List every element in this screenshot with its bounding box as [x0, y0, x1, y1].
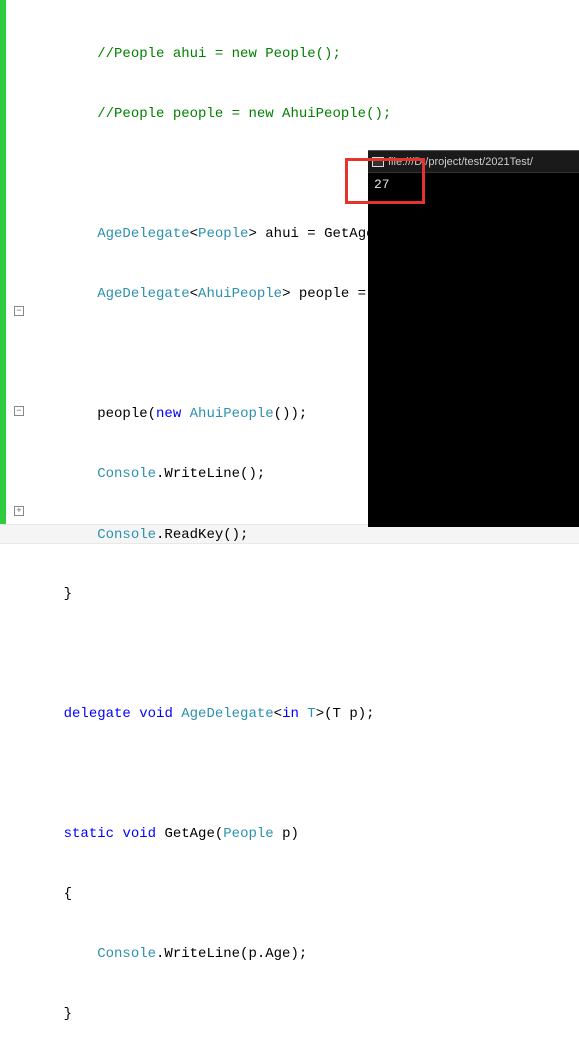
code-line	[30, 764, 579, 784]
code-line: delegate void AgeDelegate<in T>(T p);	[30, 704, 579, 724]
keyword: static	[64, 826, 114, 842]
comment: //People ahui = new People();	[97, 46, 341, 62]
keyword: void	[122, 826, 156, 842]
keyword: delegate	[64, 706, 131, 722]
code-line: static void GetAge(People p)	[30, 824, 579, 844]
brace: }	[64, 586, 72, 602]
code-line: Console.WriteLine(p.Age);	[30, 944, 579, 964]
comment: //People people = new AhuiPeople();	[97, 106, 391, 122]
code-line: //People people = new AhuiPeople();	[30, 104, 579, 124]
type: AgeDelegate	[97, 226, 189, 242]
code-line: //People ahui = new People();	[30, 44, 579, 64]
keyword: new	[156, 406, 181, 422]
keyword: in	[282, 706, 299, 722]
text: people(	[97, 406, 156, 422]
code-line: }	[30, 584, 579, 604]
current-line: Console.ReadKey();	[0, 524, 579, 544]
code-line: }	[30, 1004, 579, 1024]
text: .WriteLine(p.Age);	[156, 946, 307, 962]
text: .ReadKey();	[156, 527, 248, 543]
code-line	[30, 644, 579, 664]
type: AhuiPeople	[190, 406, 274, 422]
type: People	[223, 826, 273, 842]
brace: }	[64, 1006, 72, 1022]
text: (T p);	[324, 706, 374, 722]
type: T	[307, 706, 315, 722]
text: GetAge(	[164, 826, 223, 842]
console-app-icon	[372, 157, 384, 167]
text: ahui = GetAge;	[257, 226, 383, 242]
type: AgeDelegate	[97, 286, 189, 302]
type: Console	[97, 527, 156, 543]
brace: {	[64, 886, 72, 902]
type: Console	[97, 946, 156, 962]
type: Console	[97, 466, 156, 482]
text: p)	[274, 826, 299, 842]
text: .WriteLine();	[156, 466, 265, 482]
console-output-area: 27	[368, 173, 579, 196]
keyword: void	[139, 706, 173, 722]
type: AgeDelegate	[181, 706, 273, 722]
code-line: {	[30, 884, 579, 904]
gutter: − − +	[6, 0, 20, 527]
console-output-line: 27	[374, 177, 390, 192]
text: ());	[274, 406, 308, 422]
type: AhuiPeople	[198, 286, 282, 302]
console-window[interactable]: file:///D:/project/test/2021Test/ 27	[368, 150, 579, 527]
console-title-text: file:///D:/project/test/2021Test/	[388, 151, 533, 173]
type: People	[198, 226, 248, 242]
console-titlebar[interactable]: file:///D:/project/test/2021Test/	[368, 151, 579, 173]
